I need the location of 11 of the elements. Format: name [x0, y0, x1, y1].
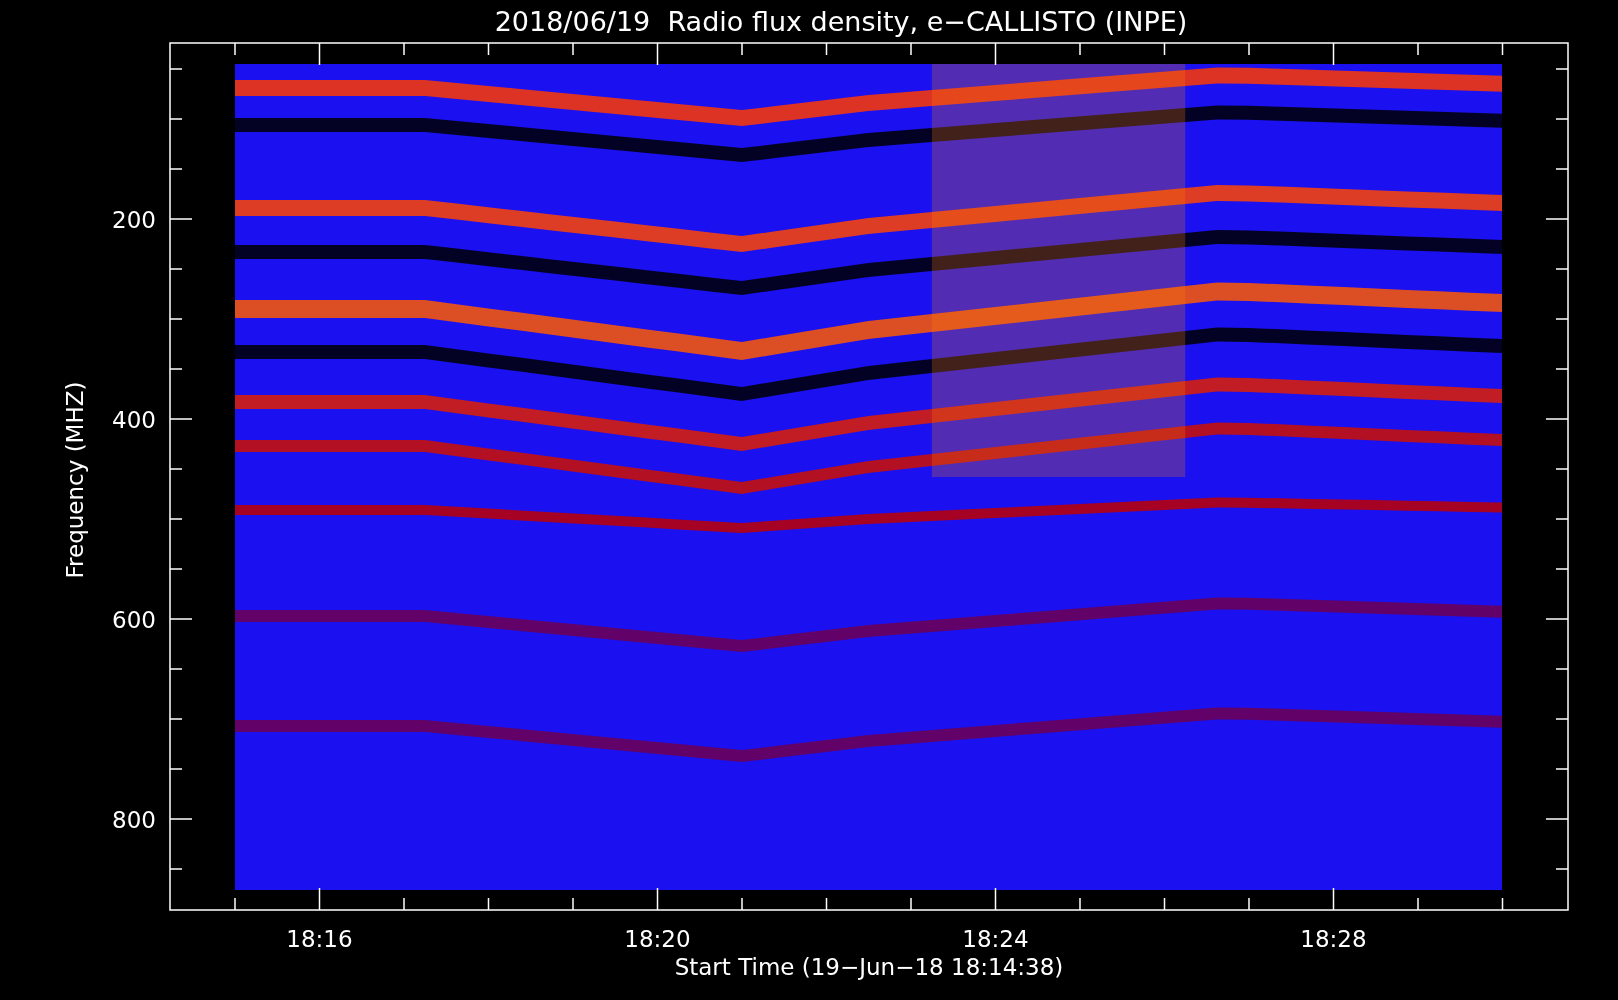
- chart-title: 2018/06/19 Radio flux density, e−CALLISTO (INPE): [494, 6, 1188, 37]
- tick-label: 18:28: [1300, 926, 1367, 952]
- tick-label: 18:20: [624, 926, 691, 952]
- tick-label: 18:24: [962, 926, 1029, 952]
- tick-label: 18:16: [286, 926, 353, 952]
- x-axis-label: Start Time (19−Jun−18 18:14:38): [674, 954, 1064, 980]
- tick-label: 800: [112, 807, 156, 833]
- tick-label: 400: [112, 407, 156, 433]
- y-axis-label: Frequency (MHZ): [62, 381, 88, 579]
- tick-label: 600: [112, 607, 156, 633]
- tick-label: 200: [112, 207, 156, 233]
